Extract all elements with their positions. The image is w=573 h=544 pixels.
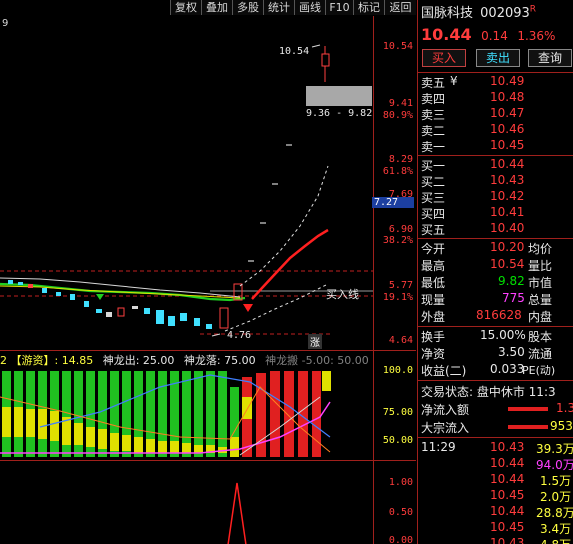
high-price-label: 10.54 — [279, 46, 310, 57]
stat-row: 外盘 816628 内盘 — [421, 308, 553, 324]
candlestick-canvas — [0, 44, 373, 337]
current-price: 10.44 — [421, 25, 472, 44]
mark-button[interactable]: 标记 — [353, 0, 384, 15]
axis-label: 1.00 — [388, 477, 413, 488]
candlestick-chart[interactable]: 9 10.54 9.36 - 9.82 4.76 买入线 涨 — [0, 16, 373, 350]
axis-label: 0.50 — [388, 507, 413, 518]
bid-row[interactable]: 买二 10.43 — [418, 173, 573, 189]
stat-row: 净资 3.50 流通 — [421, 345, 553, 361]
current-price-marker: 7.27 — [372, 197, 414, 208]
buy-button[interactable]: 买入 — [422, 49, 466, 67]
back-button[interactable]: 返回 — [384, 0, 416, 15]
price-change: 0.14 — [481, 29, 508, 43]
axis-label: 61.8% — [382, 166, 413, 177]
rising-red-line — [251, 228, 329, 300]
overlay-button[interactable]: 叠加 — [201, 0, 232, 15]
axis-label: 5.77 — [388, 280, 413, 291]
bid-row[interactable]: 买五 10.40 — [418, 221, 573, 237]
tick-row: 10.44 28.8万 — [490, 504, 573, 520]
signal-pane[interactable] — [0, 460, 373, 544]
stat-row: 最低 9.82 市值 — [421, 274, 553, 290]
signal-axis: 1.00 0.50 0.00 — [373, 460, 416, 544]
indicator-extra-label: : 50.00 — [330, 354, 369, 367]
quote-panel: 国脉科技 002093R 10.44 0.14 1.36% 买入 卖出 查询 卖… — [417, 0, 573, 544]
axis-label: 38.2% — [382, 235, 413, 246]
tick-row: 11:29 10.43 39.3万 — [421, 440, 573, 456]
axis-label: 8.29 — [388, 154, 413, 165]
f10-button[interactable]: F10 — [325, 0, 353, 15]
bid-row[interactable]: 买一 10.44 — [418, 157, 573, 173]
limit-up-tag: 涨 — [308, 334, 322, 349]
price-axis: 10.54 9.41 80.9% 8.29 61.8% 7.69 7.27 6.… — [372, 16, 416, 350]
buy-signal-label: 买入线 — [326, 288, 359, 301]
shenlong-out-label: 神龙出: 25.00 — [102, 354, 175, 367]
stat-row: 收益(二) 0.033 PE(动) — [421, 362, 556, 378]
bid-row[interactable]: 买四 10.41 — [418, 205, 573, 221]
buy-arrow — [243, 304, 253, 312]
chart-toolbar: 复权 叠加 多股 统计 画线 F10 标记 返回 — [0, 0, 416, 16]
stock-name: 国脉科技 — [421, 6, 474, 21]
stat-row: 今开 10.20 均价 — [421, 240, 553, 256]
indicator-header: 2 【游资】: 14.85 神龙出: 25.00 神龙落: 75.00 神龙搬 … — [0, 352, 369, 368]
sell-button[interactable]: 卖出 — [476, 49, 520, 67]
range-label: 9.36 - 9.82 — [306, 108, 373, 119]
tick-row: 10.434.8万 — [490, 536, 571, 544]
stock-header: 国脉科技 002093R — [421, 2, 536, 21]
price-change-pct: 1.36% — [517, 29, 556, 43]
axis-label: 75.00 — [382, 407, 413, 418]
stat-row: 换手 15.00% 股本 — [421, 328, 553, 344]
stock-code: 002093 — [480, 6, 530, 21]
ask-row[interactable]: 卖二 10.46 — [418, 122, 573, 138]
tick-row: 10.44 1.5万 — [490, 472, 572, 488]
indicator-axis: 100.0 75.00 50.00 — [373, 350, 416, 460]
ask-row[interactable]: 卖五 ¥10.49 — [418, 74, 573, 90]
signal-spike — [227, 482, 247, 544]
axis-label: 10.54 — [382, 41, 413, 52]
shenlong-dead-label: 神龙搬 -5.00 — [265, 354, 331, 367]
stat-row: 现量 775 总量 — [421, 291, 553, 307]
axis-label: 19.1% — [382, 292, 413, 303]
axis-label: 0.00 — [388, 535, 413, 544]
signal-canvas — [227, 482, 247, 544]
ask-currency: ¥ — [450, 74, 458, 88]
axis-label: 9.41 — [388, 98, 413, 109]
axis-label: 80.9% — [382, 110, 413, 121]
bid-row[interactable]: 买三 10.42 — [418, 189, 573, 205]
statistics-button[interactable]: 统计 — [263, 0, 294, 15]
trade-status: 交易状态: 盘中休市 11:3 — [421, 385, 556, 399]
indicator-title: 2 【游资】: 14.85 — [0, 354, 94, 367]
axis-label: 50.00 — [382, 435, 413, 446]
ask-row[interactable]: 卖一 10.45 — [418, 138, 573, 154]
axis-label: 100.0 — [382, 365, 413, 376]
ask-row[interactable]: 卖三 10.47 — [418, 106, 573, 122]
tick-row: 10.45 3.4万 — [490, 520, 572, 536]
stat-row: 最高 10.54 量比 — [421, 257, 553, 273]
block-inflow-bar — [508, 425, 548, 429]
down-arrow — [96, 294, 104, 300]
restore-rights-button[interactable]: 复权 — [170, 0, 201, 15]
axis-label: 6.90 — [388, 224, 413, 235]
shenlong-fall-label: 神龙落: 75.00 — [183, 354, 256, 367]
corner-label: 9 — [2, 18, 9, 29]
tick-row: 10.44 94.0万 — [490, 456, 573, 472]
multi-stock-button[interactable]: 多股 — [232, 0, 263, 15]
indicator-bars — [2, 371, 331, 457]
draw-line-button[interactable]: 画线 — [294, 0, 325, 15]
axis-label: 4.64 — [388, 335, 413, 346]
range-box — [306, 86, 372, 106]
low-price-label: 4.76 — [227, 330, 252, 341]
stock-badge: R — [529, 4, 537, 15]
net-inflow-bar — [508, 407, 548, 411]
price-summary: 10.44 0.14 1.36% — [421, 25, 555, 44]
block-inflow-row: 大宗流入 953 — [421, 419, 573, 435]
net-inflow-row: 净流入额 1.3 — [421, 401, 573, 417]
query-button[interactable]: 查询 — [528, 49, 572, 67]
upper-channel-line — [239, 165, 329, 287]
indicator-pane[interactable]: 2 【游资】: 14.85 神龙出: 25.00 神龙落: 75.00 神龙搬 … — [0, 350, 373, 460]
white-ma-line — [0, 277, 241, 298]
tick-row: 10.45 2.0万 — [490, 488, 572, 504]
ask-row[interactable]: 卖四 10.48 — [418, 90, 573, 106]
indicator-canvas — [0, 371, 331, 457]
